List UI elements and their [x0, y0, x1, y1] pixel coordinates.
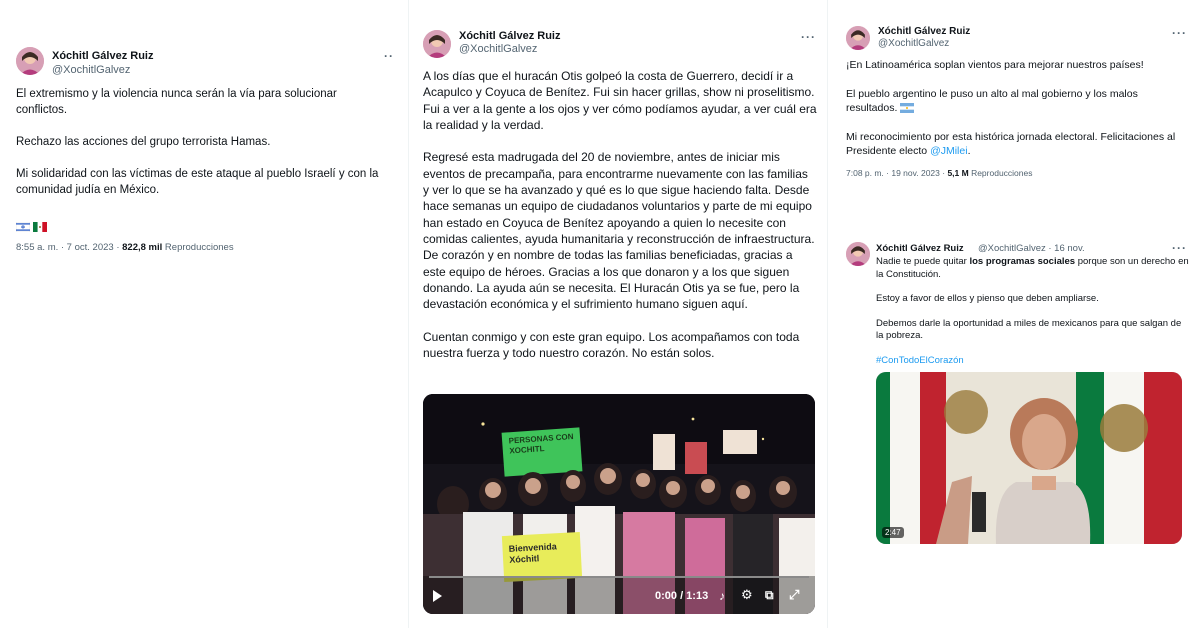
more-options-icon[interactable]: ··· — [801, 30, 816, 44]
tweet-paragraph-text: Nadie te puede quitar — [876, 256, 970, 267]
tweet-card-3[interactable]: Xóchitl Gálvez Ruiz @XochitlGalvez ··· ¡… — [832, 0, 1200, 200]
tweet-paragraph: Regresé esta madrugada del 20 de noviemb… — [423, 150, 815, 312]
view-count: 822,8 mil — [122, 242, 163, 253]
mention-link[interactable]: @JMilei — [930, 145, 968, 157]
tweet-text: Nadie te puede quitar los programas soci… — [876, 256, 1190, 379]
more-options-icon[interactable]: ··· — [1172, 241, 1187, 255]
video-sign-bottom: Bienvenida Xóchitl — [508, 541, 557, 565]
tweet-meta: 8:55 a. m. · 7 oct. 2023 · 822,8 mil Rep… — [16, 242, 234, 253]
view-count: 5,1 M — [947, 168, 969, 178]
tweet-paragraph-text: El pueblo argentino le puso un alto al m… — [846, 87, 1138, 115]
author-name[interactable]: Xóchitl Gálvez Ruiz — [876, 243, 964, 254]
flag-emojis — [16, 218, 50, 236]
mexico-flag-icon — [33, 221, 47, 232]
tweet-paragraph-suffix: . — [967, 145, 971, 157]
tweet-paragraph: El extremismo y la violencia nunca serán… — [16, 88, 337, 116]
tweet-paragraph: ¡En Latinoamérica soplan vientos para me… — [846, 59, 1144, 71]
tweet-text: ¡En Latinoamérica soplan vientos para me… — [846, 58, 1192, 173]
tweet-meta: 7:08 p. m. · 19 nov. 2023 · 5,1 M Reprod… — [846, 168, 1033, 178]
video-frame — [876, 372, 1182, 544]
settings-gear-icon[interactable]: ⚙ — [741, 587, 753, 603]
tweet-paragraph: Nadie te puede quitar los programas soci… — [876, 256, 1190, 281]
tweet-text: A los días que el huracán Otis golpeó la… — [423, 68, 817, 378]
tweet-paragraph: Rechazo las acciones del grupo terrorist… — [16, 136, 271, 148]
hashtag-link[interactable]: #ConTodoElCorazón — [876, 355, 1190, 368]
author-handle[interactable]: @XochitlGalvez — [878, 38, 949, 49]
author-handle[interactable]: @XochitlGalvez — [52, 64, 130, 76]
tweet-paragraph: El pueblo argentino le puso un alto al m… — [846, 87, 1192, 116]
tweet-card-4[interactable]: Xóchitl Gálvez Ruiz @XochitlGalvez · 16 … — [832, 228, 1200, 628]
author-name[interactable]: Xóchitl Gálvez Ruiz — [459, 30, 560, 42]
more-options-icon[interactable]: ··· — [1172, 26, 1187, 40]
avatar[interactable] — [846, 26, 870, 50]
avatar[interactable] — [846, 242, 870, 266]
fullscreen-icon[interactable]: ⤢ — [789, 587, 799, 603]
author-handle-date[interactable]: @XochitlGalvez · 16 nov. — [978, 243, 1085, 254]
video-player[interactable]: 2:47 — [876, 372, 1182, 544]
tweet-paragraph: Mi solidaridad con las víctimas de este … — [16, 168, 379, 196]
more-options-icon[interactable]: ·· — [384, 49, 394, 63]
tweet-paragraph: Debemos darle la oportunidad a miles de … — [876, 317, 1182, 342]
author-handle[interactable]: @XochitlGalvez — [459, 43, 537, 55]
tweet-card-1[interactable]: Xóchitl Gálvez Ruiz @XochitlGalvez ·· El… — [0, 0, 400, 628]
pip-icon[interactable]: ⧉ — [765, 588, 774, 603]
video-time: 0:00 / 1:13 — [655, 590, 709, 602]
avatar[interactable] — [16, 47, 44, 75]
tweet-paragraph: Cuentan conmigo y con este gran equipo. … — [423, 329, 800, 361]
tweet-text: El extremismo y la violencia nunca serán… — [16, 86, 391, 214]
tweet-card-2[interactable]: Xóchitl Gálvez Ruiz @XochitlGalvez ··· A… — [408, 0, 828, 628]
volume-icon[interactable]: ♪ — [719, 589, 725, 603]
tweet-paragraph: A los días que el huracán Otis golpeó la… — [423, 69, 817, 132]
tweet-paragraph-text: Mi reconocimiento por esta histórica jor… — [846, 130, 1176, 158]
play-icon[interactable] — [433, 590, 442, 602]
bold-text: los programas sociales — [969, 256, 1076, 267]
views-label: Reproducciones — [968, 168, 1033, 178]
views-label: Reproducciones — [162, 242, 234, 253]
video-player[interactable]: PERSONAS CON XOCHITL Bienvenida Xóchitl … — [423, 394, 815, 614]
avatar[interactable] — [423, 30, 451, 58]
video-frame — [423, 394, 815, 614]
tweet-paragraph: Mi reconocimiento por esta histórica jor… — [846, 130, 1192, 159]
tweet-timestamp[interactable]: 8:55 a. m. · 7 oct. 2023 · — [16, 242, 122, 253]
author-name[interactable]: Xóchitl Gálvez Ruiz — [878, 26, 970, 37]
tweet-paragraph: Estoy a favor de ellos y pienso que debe… — [876, 293, 1099, 304]
author-name[interactable]: Xóchitl Gálvez Ruiz — [52, 50, 153, 62]
tweet-timestamp[interactable]: 7:08 p. m. · 19 nov. 2023 · — [846, 168, 947, 178]
argentina-flag-icon — [900, 103, 915, 114]
israel-flag-icon — [16, 221, 30, 232]
video-duration: 2:47 — [882, 527, 904, 538]
